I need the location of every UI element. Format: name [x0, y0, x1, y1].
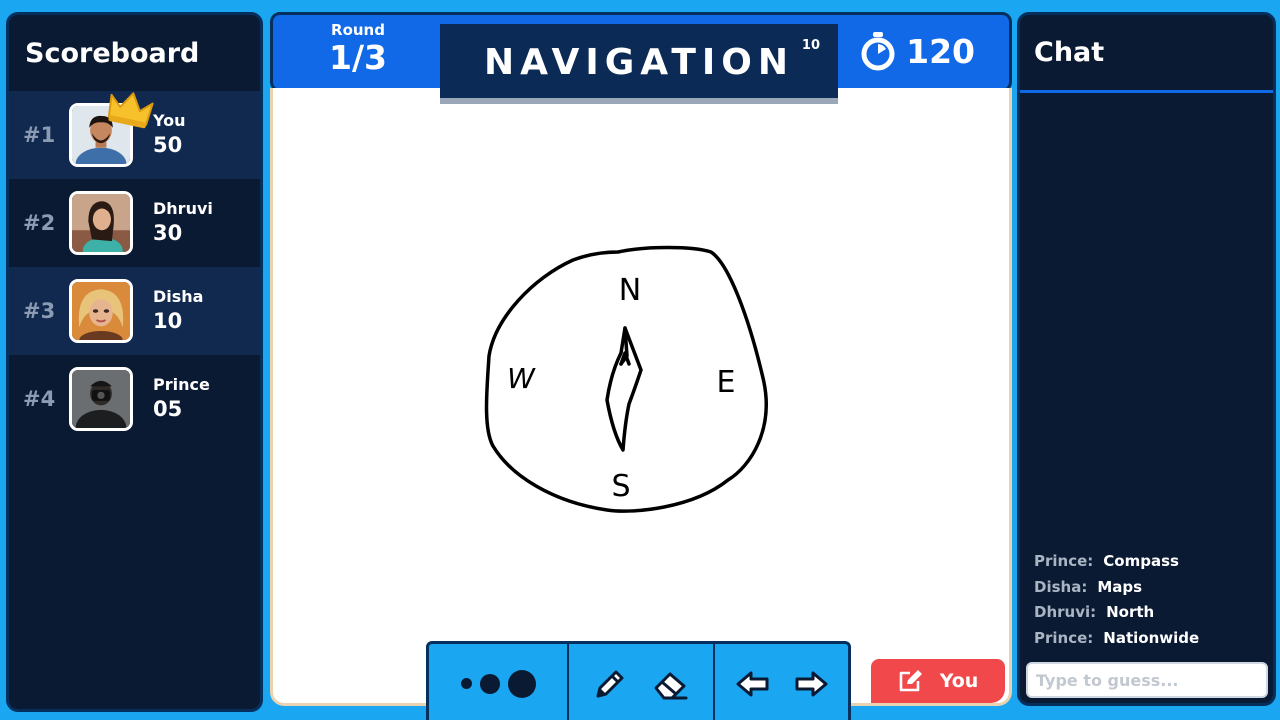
avatar-image: [72, 282, 130, 340]
round-label: Round: [331, 21, 385, 39]
timer-value: 120: [906, 31, 975, 71]
compass-drawing: N E S W: [484, 245, 768, 513]
word-text: NAVIGATION: [483, 41, 795, 83]
drawing-canvas[interactable]: N E S W: [270, 88, 1012, 706]
draw-tools-group: [569, 644, 715, 720]
message-text: North: [1106, 603, 1155, 621]
message-sender: Prince:: [1034, 628, 1094, 647]
avatar-image: [72, 370, 130, 428]
brush-size-large[interactable]: [507, 669, 536, 698]
avatar: [69, 279, 133, 343]
west-label: W: [507, 362, 536, 395]
message-text: Maps: [1097, 577, 1143, 596]
timer: 120: [860, 31, 975, 71]
compass-needle: [605, 326, 643, 452]
avatar: [69, 367, 133, 431]
player-row[interactable]: #4 Prince 05: [9, 355, 260, 443]
drawer-label: You: [939, 670, 979, 692]
south-label: S: [611, 469, 630, 504]
redo-arrow-icon[interactable]: [794, 669, 828, 699]
chat-message: Prince: Nationwide: [1034, 626, 1264, 652]
stopwatch-icon: [861, 32, 895, 71]
player-row[interactable]: #3 Disha 10: [9, 267, 260, 355]
brush-size-medium[interactable]: [479, 673, 500, 694]
message-sender: Prince:: [1034, 552, 1094, 570]
history-group: [715, 644, 848, 720]
chat-message: Dhruvi: North: [1034, 600, 1264, 626]
avatar-image: [72, 194, 130, 252]
brush-size-small[interactable]: [460, 678, 472, 689]
player-name: You: [153, 111, 186, 130]
chat-panel: Chat Prince: Compass Disha: Maps Dhruvi: No…: [1017, 12, 1276, 706]
player-rank: #2: [23, 211, 56, 235]
chat-message: Prince: Compass: [1034, 549, 1264, 575]
east-label: E: [717, 365, 736, 400]
eraser-icon[interactable]: [652, 666, 690, 702]
player-score: 10: [153, 309, 183, 333]
current-drawer-badge: You: [871, 659, 1005, 703]
scoreboard-title: Scoreboard: [25, 37, 200, 69]
word-length: 10: [801, 38, 820, 53]
round-indicator: Round 1/3: [323, 21, 393, 77]
brush-size-group: [429, 644, 569, 720]
player-score: 05: [153, 397, 183, 421]
message-text: Nationwide: [1103, 628, 1200, 647]
word-banner: NAVIGATION 10: [440, 24, 838, 104]
north-label: N: [619, 273, 641, 308]
chat-message: Disha: Maps: [1034, 575, 1264, 601]
pencil-icon[interactable]: [592, 666, 628, 702]
undo-arrow-icon[interactable]: [736, 669, 770, 699]
round-value: 1/3: [329, 38, 387, 77]
guess-input[interactable]: [1026, 662, 1268, 698]
player-name: Prince: [153, 375, 210, 394]
player-rank: #3: [23, 299, 56, 323]
avatar: [69, 191, 133, 255]
player-rank: #4: [23, 387, 56, 411]
chat-title: Chat: [1020, 15, 1273, 93]
player-rank: #1: [23, 123, 56, 147]
player-score: 50: [153, 133, 183, 157]
scoreboard-panel: Scoreboard #1 You 50 #2 Dhruvi 30 #3 Dis…: [6, 12, 263, 712]
chat-messages: Prince: Compass Disha: Maps Dhruvi: North P…: [1034, 549, 1264, 651]
player-row[interactable]: #2 Dhruvi 30: [9, 179, 260, 267]
message-sender: Disha:: [1034, 577, 1088, 596]
edit-icon: [899, 670, 922, 692]
drawing-toolbar: [426, 641, 851, 720]
player-name: Disha: [153, 287, 204, 306]
message-sender: Dhruvi:: [1034, 603, 1097, 621]
player-score: 30: [153, 221, 183, 245]
player-row[interactable]: #1 You 50: [9, 91, 260, 179]
player-name: Dhruvi: [153, 199, 213, 218]
message-text: Compass: [1103, 552, 1179, 570]
